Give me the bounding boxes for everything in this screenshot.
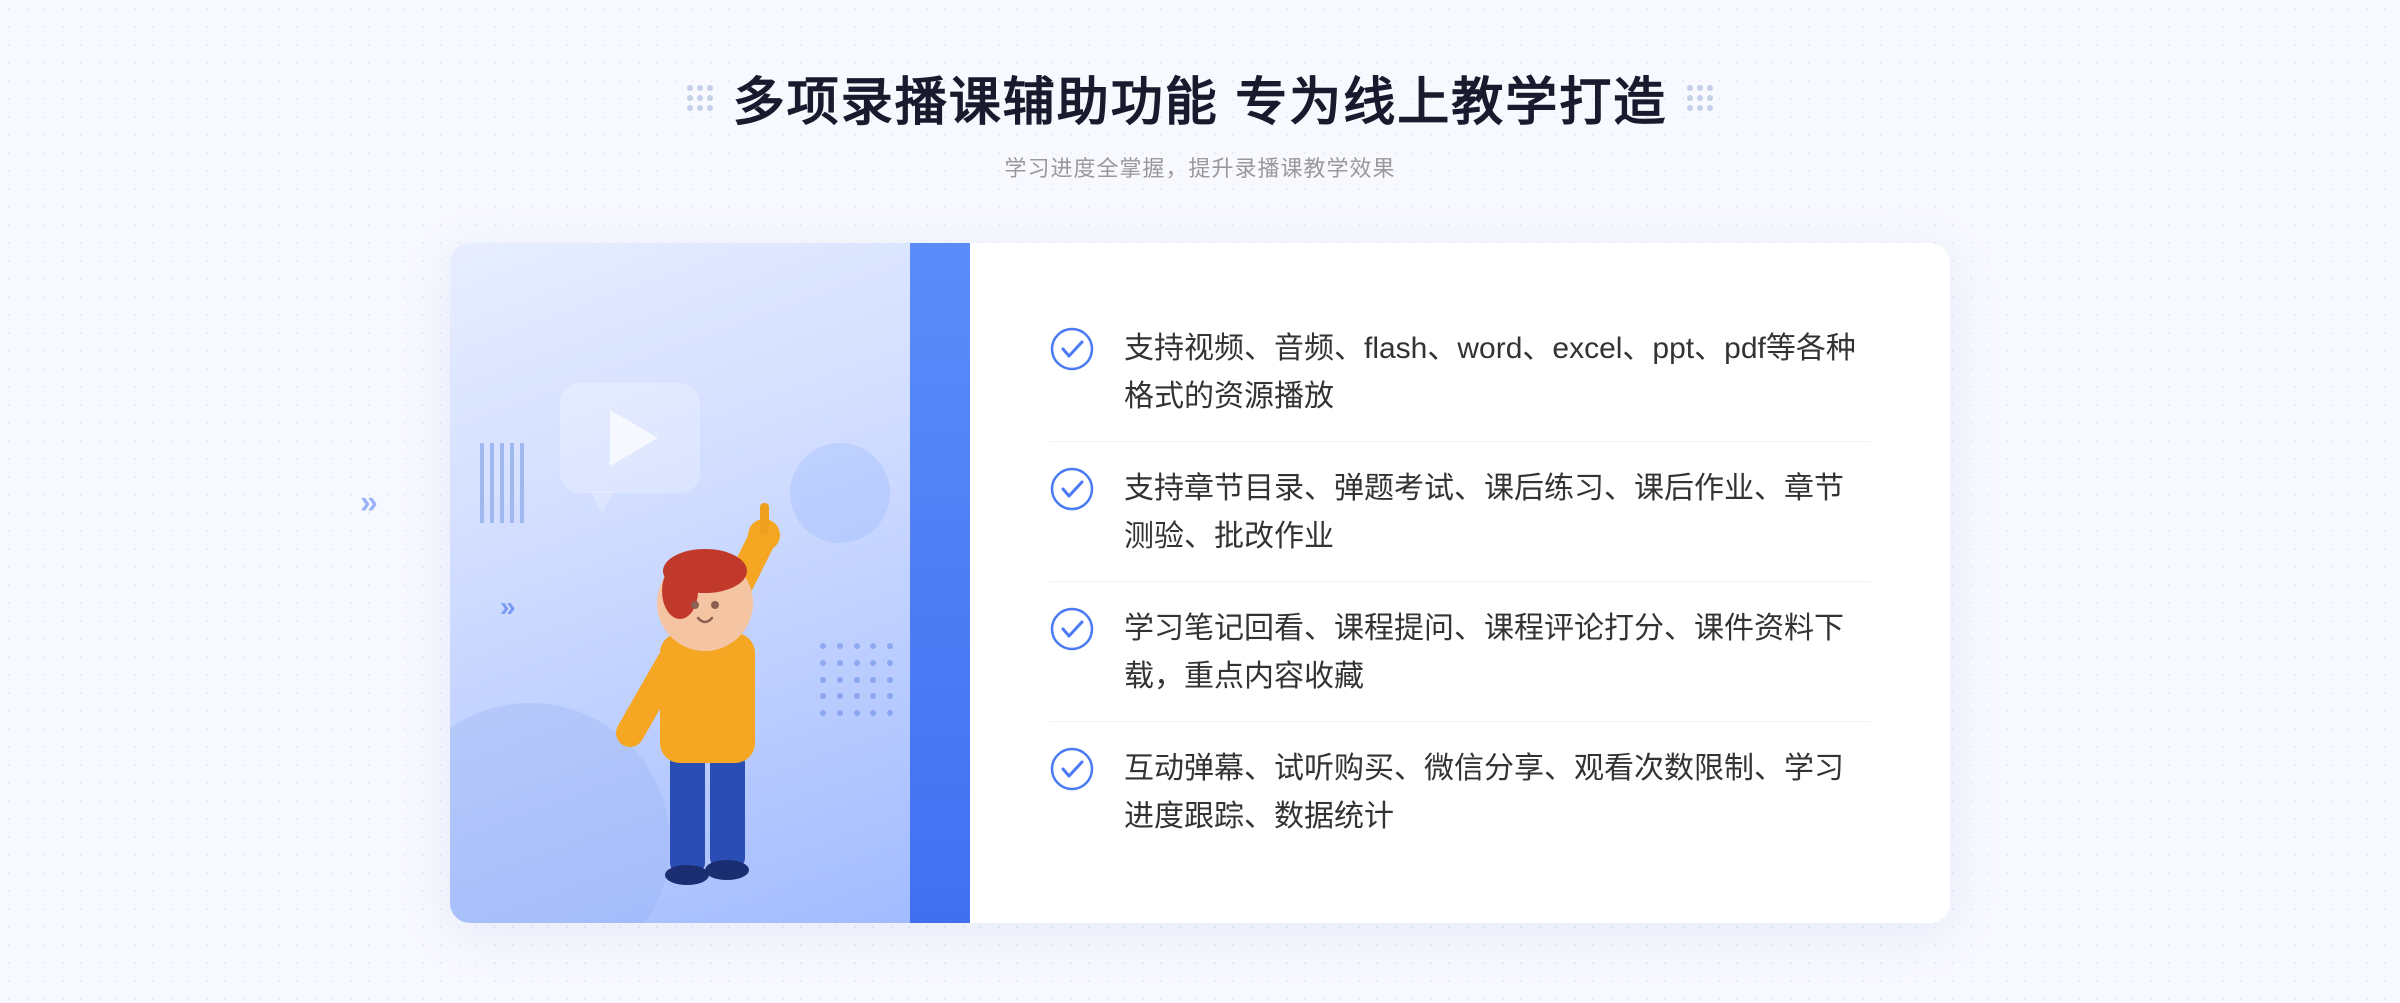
main-title: 多项录播课辅助功能 专为线上教学打造 [733,60,1667,135]
feature-item-2: 支持章节目录、弹题考试、课后练习、课后作业、章节测验、批改作业 [1050,445,1870,582]
feature-text-4: 互动弹幕、试听购买、微信分享、观看次数限制、学习进度跟踪、数据统计 [1124,745,1870,841]
feature-item-1: 支持视频、音频、flash、word、excel、ppt、pdf等各种格式的资源… [1050,305,1870,442]
left-dots-decoration [687,85,713,111]
illustration-area: » [450,243,970,923]
check-icon-1 [1050,327,1094,371]
feature-text-2: 支持章节目录、弹题考试、课后练习、课后作业、章节测验、批改作业 [1124,465,1870,561]
outer-chevrons: » [360,483,378,520]
grid-dots-left [687,85,713,111]
sub-title: 学习进度全掌握，提升录播课教学效果 [687,151,1713,183]
grid-dots-right [1687,85,1713,111]
right-dots-decoration [1687,85,1713,111]
check-icon-4 [1050,747,1094,791]
header-title-row: 多项录播课辅助功能 专为线上教学打造 [687,60,1713,135]
feature-text-3: 学习笔记回看、课程提问、课程评论打分、课件资料下载，重点内容收藏 [1124,605,1870,701]
blue-sidebar [910,243,970,923]
check-icon-3 [1050,607,1094,651]
features-area: 支持视频、音频、flash、word、excel、ppt、pdf等各种格式的资源… [970,243,1950,923]
header-section: 多项录播课辅助功能 专为线上教学打造 学习进度全掌握，提升录播课教学效果 [687,60,1713,183]
feature-item-4: 互动弹幕、试听购买、微信分享、观看次数限制、学习进度跟踪、数据统计 [1050,725,1870,861]
deco-stripes [480,443,530,523]
page-container: 多项录播课辅助功能 专为线上教学打造 学习进度全掌握，提升录播课教学效果 [0,0,2400,1003]
feature-item-3: 学习笔记回看、课程提问、课程评论打分、课件资料下载，重点内容收藏 [1050,585,1870,722]
left-chevrons: » [500,591,516,623]
person-figure [550,443,870,923]
feature-text-1: 支持视频、音频、flash、word、excel、ppt、pdf等各种格式的资源… [1124,325,1870,421]
content-wrapper: » [450,243,1950,923]
check-icon-2 [1050,467,1094,511]
